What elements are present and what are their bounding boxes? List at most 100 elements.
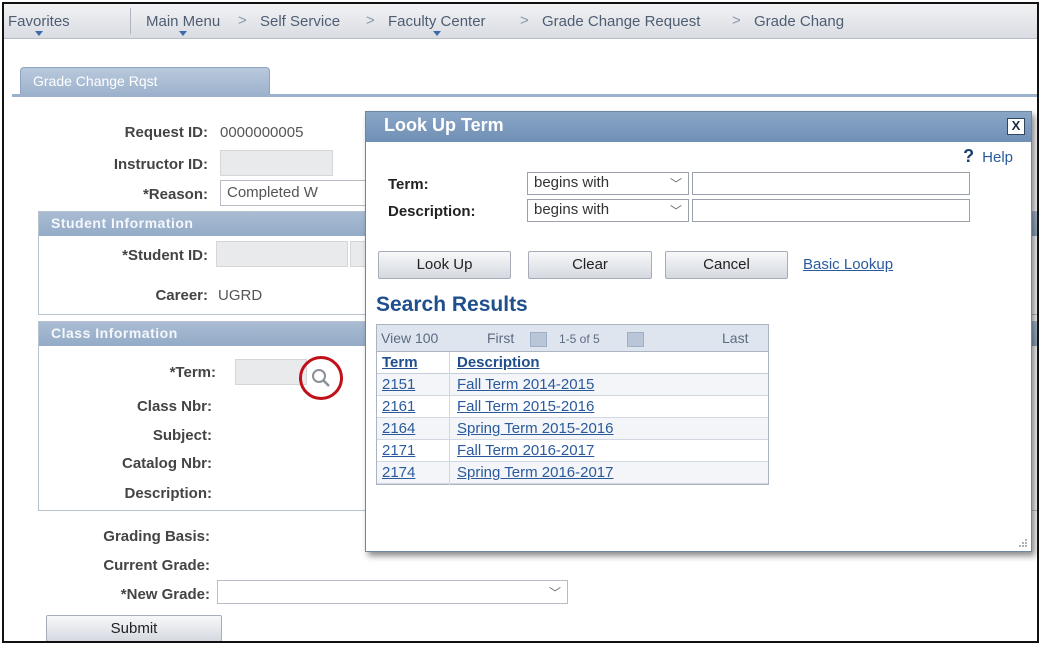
table-row[interactable]: 2174 Spring Term 2016-2017 — [377, 462, 768, 484]
view-all-link[interactable]: View 100 — [381, 330, 438, 346]
chevron-down-icon — [34, 31, 43, 36]
results-range: 1-5 of 5 — [559, 332, 600, 346]
breadcrumb-separator: > — [520, 12, 529, 29]
breadcrumb-grade-change-request[interactable]: Grade Change Request — [542, 13, 700, 30]
term-cell[interactable]: 2151 — [382, 376, 415, 393]
reason-label: *Reason: — [142, 186, 208, 203]
prev-arrow-icon[interactable] — [530, 332, 547, 347]
table-row[interactable]: 2164 Spring Term 2015-2016 — [377, 418, 768, 440]
new-grade-label: *New Grade: — [120, 586, 210, 603]
table-row[interactable]: 2161 Fall Term 2015-2016 — [377, 396, 768, 418]
term-lookup-highlight[interactable] — [299, 356, 343, 400]
submit-button[interactable]: Submit — [46, 615, 222, 641]
term-cell[interactable]: 2171 — [382, 442, 415, 459]
subject-label: Subject: — [152, 427, 212, 444]
page-frame: Favorites Main Menu > Self Service > Fac… — [2, 2, 1039, 643]
nav-main-menu[interactable]: Main Menu — [146, 13, 221, 36]
tab-label: Grade Change Rqst — [33, 73, 158, 89]
results-nav: View 100 First 1-5 of 5 Last — [377, 325, 768, 352]
modal-term-label: Term: — [388, 176, 429, 193]
column-divider — [449, 352, 450, 485]
basic-lookup-link[interactable]: Basic Lookup — [803, 256, 893, 273]
look-up-label: Look Up — [416, 256, 473, 273]
chevron-down-icon: ﹀ — [669, 177, 682, 191]
clear-button[interactable]: Clear — [528, 251, 652, 279]
modal-description-label: Description: — [388, 203, 476, 220]
help-icon: ? — [963, 146, 975, 166]
description-cell[interactable]: Spring Term 2016-2017 — [457, 464, 614, 481]
breadcrumb-grade-change[interactable]: Grade Chang — [754, 13, 844, 30]
request-id-label: Request ID: — [124, 124, 208, 141]
description-cell[interactable]: Spring Term 2015-2016 — [457, 420, 614, 437]
table-row[interactable]: 2171 Fall Term 2016-2017 — [377, 440, 768, 462]
nav-divider — [130, 8, 131, 34]
instructor-id-label: Instructor ID: — [113, 156, 208, 173]
help-label: Help — [982, 149, 1013, 166]
description-search-input[interactable] — [692, 199, 970, 222]
career-label: Career: — [155, 287, 208, 304]
results-header: Term Description — [377, 352, 768, 374]
column-term[interactable]: Term — [382, 354, 418, 371]
description-cell[interactable]: Fall Term 2015-2016 — [457, 398, 594, 415]
student-id-label: *Student ID: — [122, 247, 208, 264]
term-operator-select[interactable]: begins with ﹀ — [527, 172, 689, 195]
breadcrumb-self-service[interactable]: Self Service — [260, 13, 340, 30]
nav-favorites[interactable]: Favorites — [8, 13, 70, 36]
description-operator-select[interactable]: begins with ﹀ — [527, 199, 689, 222]
grading-basis-label: Grading Basis: — [103, 528, 210, 545]
column-description[interactable]: Description — [457, 354, 540, 371]
breadcrumb-separator: > — [366, 12, 375, 29]
reason-value: Completed W — [227, 184, 318, 201]
nav-bar: Favorites Main Menu > Self Service > Fac… — [4, 4, 1037, 39]
breadcrumb-separator: > — [238, 12, 247, 29]
breadcrumb-faculty-center[interactable]: Faculty Center — [388, 13, 486, 36]
catalog-nbr-label: Catalog Nbr: — [122, 455, 212, 472]
reason-select[interactable]: Completed W — [220, 180, 370, 206]
term-field[interactable] — [235, 359, 307, 385]
description-cell[interactable]: Fall Term 2016-2017 — [457, 442, 594, 459]
term-cell[interactable]: 2161 — [382, 398, 415, 415]
tab-underline — [12, 94, 1037, 97]
modal-title-bar[interactable]: Look Up Term X — [366, 112, 1031, 142]
term-search-input[interactable] — [692, 172, 970, 195]
clear-label: Clear — [572, 256, 608, 273]
close-icon[interactable]: X — [1007, 118, 1025, 135]
term-operator-value: begins with — [534, 174, 610, 191]
description-operator-value: begins with — [534, 201, 610, 218]
last-link[interactable]: Last — [722, 330, 748, 346]
breadcrumb-separator: > — [732, 12, 741, 29]
look-up-button[interactable]: Look Up — [378, 251, 511, 279]
chevron-down-icon: ﹀ — [548, 586, 561, 600]
table-row[interactable]: 2151 Fall Term 2014-2015 — [377, 374, 768, 396]
instructor-id-field[interactable] — [220, 150, 333, 176]
term-cell[interactable]: 2164 — [382, 420, 415, 437]
term-cell[interactable]: 2174 — [382, 464, 415, 481]
nav-favorites-label: Favorites — [8, 13, 70, 30]
student-id-field[interactable] — [216, 241, 348, 267]
submit-label: Submit — [110, 620, 158, 637]
description-label: Description: — [124, 485, 212, 502]
class-nbr-label: Class Nbr: — [136, 398, 212, 415]
nav-main-menu-label: Main Menu — [146, 13, 221, 30]
description-cell[interactable]: Fall Term 2014-2015 — [457, 376, 594, 393]
modal-title: Look Up Term — [384, 115, 504, 135]
tab-grade-change-rqst[interactable]: Grade Change Rqst — [20, 67, 270, 95]
career-value: UGRD — [218, 287, 263, 304]
chevron-down-icon: ﹀ — [669, 204, 682, 218]
search-results-grid: View 100 First 1-5 of 5 Last Term Descri… — [376, 324, 769, 485]
search-results-title: Search Results — [376, 293, 528, 316]
help-link[interactable]: ? Help — [963, 146, 1013, 167]
next-arrow-icon[interactable] — [627, 332, 644, 347]
term-label: *Term: — [169, 364, 216, 381]
cancel-button[interactable]: Cancel — [665, 251, 788, 279]
request-id-value: 0000000005 — [220, 124, 304, 141]
chevron-down-icon — [432, 31, 441, 36]
chevron-down-icon — [179, 31, 188, 36]
cancel-label: Cancel — [703, 256, 750, 273]
current-grade-label: Current Grade: — [103, 557, 210, 574]
first-link[interactable]: First — [487, 330, 514, 346]
breadcrumb-faculty-center-label: Faculty Center — [388, 13, 486, 30]
new-grade-select[interactable]: ﹀ — [217, 580, 568, 604]
magnifier-icon — [312, 369, 330, 387]
resize-grip-icon[interactable] — [1018, 538, 1028, 548]
